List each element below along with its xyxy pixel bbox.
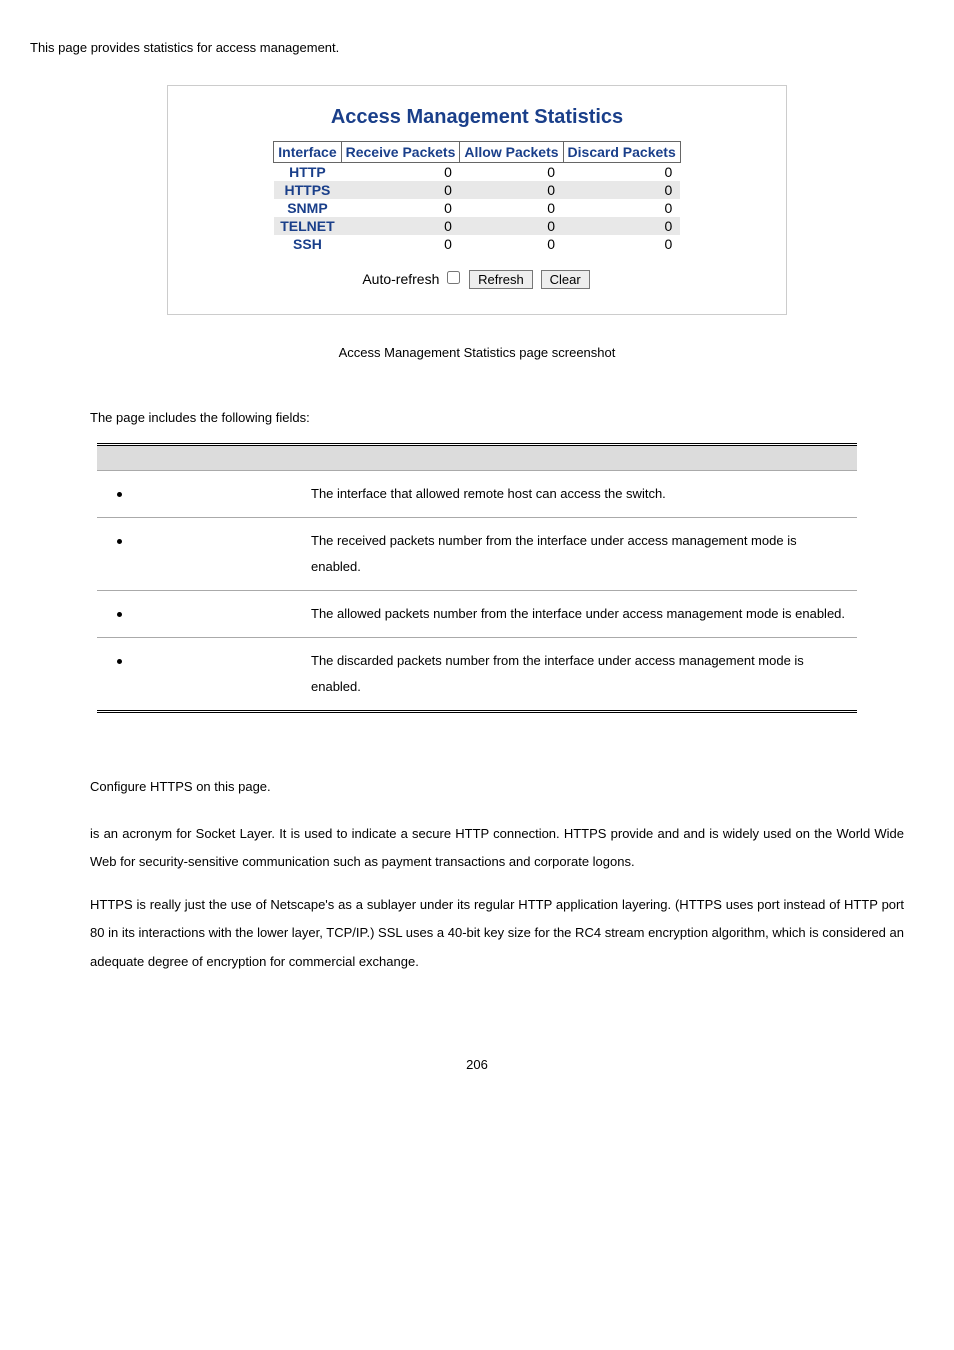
cell-iface: HTTP <box>274 163 341 182</box>
page-number: 206 <box>30 1057 924 1072</box>
col-allow: Allow Packets <box>460 142 563 163</box>
screenshot-figure: Access Management Statistics Interface R… <box>167 85 787 315</box>
col-receive: Receive Packets <box>341 142 460 163</box>
fields-intro: The page includes the following fields: <box>90 410 924 425</box>
figure-title: Access Management Statistics <box>193 106 761 129</box>
https-intro: Configure HTTPS on this page. <box>90 773 904 802</box>
text: and <box>657 826 683 841</box>
cell-disc: 0 <box>563 163 680 182</box>
text: as a sublayer under its regular HTTP app… <box>338 897 783 912</box>
https-section: Configure HTTPS on this page. is an acro… <box>90 773 904 977</box>
col-discard: Discard Packets <box>563 142 680 163</box>
clear-button[interactable]: Clear <box>541 270 590 289</box>
field-desc: The discarded packets number from the in… <box>299 638 857 712</box>
bullet-icon <box>117 492 122 497</box>
intro-text: This page provides statistics for access… <box>30 40 924 55</box>
bullet-icon <box>117 659 122 664</box>
table-row: HTTP 0 0 0 <box>274 163 680 182</box>
https-paragraph-1: is an acronym for Socket Layer. It is us… <box>90 820 904 877</box>
table-row: TELNET 0 0 0 <box>274 217 680 235</box>
cell-recv: 0 <box>341 199 460 217</box>
table-row: The discarded packets number from the in… <box>97 638 857 712</box>
cell-allow: 0 <box>460 217 563 235</box>
table-row: SNMP 0 0 0 <box>274 199 680 217</box>
bullet-icon <box>117 539 122 544</box>
bullet-icon <box>117 612 122 617</box>
field-desc: The received packets number from the int… <box>299 518 857 591</box>
table-row: The received packets number from the int… <box>97 518 857 591</box>
https-paragraph-2: HTTPS is really just the use of Netscape… <box>90 891 904 977</box>
table-row: SSH 0 0 0 <box>274 235 680 253</box>
col-interface: Interface <box>274 142 341 163</box>
cell-disc: 0 <box>563 181 680 199</box>
auto-refresh-checkbox[interactable] <box>447 271 460 284</box>
text: is an acronym for <box>90 826 196 841</box>
cell-iface: HTTPS <box>274 181 341 199</box>
cell-allow: 0 <box>460 181 563 199</box>
cell-iface: TELNET <box>274 217 341 235</box>
table-row: HTTPS 0 0 0 <box>274 181 680 199</box>
cell-recv: 0 <box>341 163 460 182</box>
cell-allow: 0 <box>460 163 563 182</box>
cell-allow: 0 <box>460 235 563 253</box>
cell-disc: 0 <box>563 235 680 253</box>
cell-recv: 0 <box>341 217 460 235</box>
cell-recv: 0 <box>341 235 460 253</box>
fields-th-object <box>97 445 299 471</box>
cell-recv: 0 <box>341 181 460 199</box>
text: HTTPS is really just the use of Netscape… <box>90 897 338 912</box>
figure-caption: Access Management Statistics page screen… <box>30 345 924 360</box>
cell-disc: 0 <box>563 199 680 217</box>
table-row: The allowed packets number from the inte… <box>97 591 857 638</box>
fields-th-desc <box>299 445 857 471</box>
field-desc: The interface that allowed remote host c… <box>299 471 857 518</box>
auto-refresh-label: Auto-refresh <box>362 271 439 287</box>
fields-table: The interface that allowed remote host c… <box>97 443 857 713</box>
refresh-button[interactable]: Refresh <box>469 270 533 289</box>
cell-iface: SNMP <box>274 199 341 217</box>
cell-disc: 0 <box>563 217 680 235</box>
cell-iface: SSH <box>274 235 341 253</box>
stats-table: Interface Receive Packets Allow Packets … <box>273 141 680 253</box>
text: Socket Layer. It is used to indicate a s… <box>196 826 658 841</box>
field-desc: The allowed packets number from the inte… <box>299 591 857 638</box>
figure-controls: Auto-refresh Refresh Clear <box>193 268 761 289</box>
cell-allow: 0 <box>460 199 563 217</box>
table-row: The interface that allowed remote host c… <box>97 471 857 518</box>
